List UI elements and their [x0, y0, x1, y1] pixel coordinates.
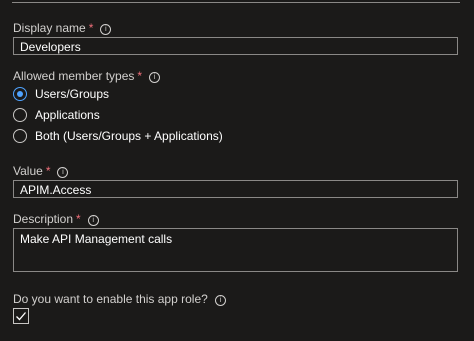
radio-icon[interactable] [13, 108, 27, 122]
info-icon[interactable]: i [149, 72, 161, 83]
radio-label: Users/Groups [35, 87, 110, 101]
value-label: Value * i [13, 164, 69, 178]
enable-role-label: Do you want to enable this app role? i [13, 292, 226, 306]
display-name-input[interactable]: Developers [13, 37, 458, 55]
display-name-label-text: Display name [13, 21, 86, 35]
value-input[interactable]: APIM.Access [13, 180, 458, 198]
info-icon[interactable]: i [57, 167, 69, 178]
radio-option-applications[interactable]: Applications [13, 106, 100, 124]
info-icon[interactable]: i [87, 215, 99, 226]
radio-option-both[interactable]: Both (Users/Groups + Applications) [13, 127, 223, 145]
radio-selected-icon[interactable] [13, 87, 27, 101]
description-textarea[interactable]: Make API Management calls [13, 228, 458, 272]
radio-icon[interactable] [13, 129, 27, 143]
description-label: Description * i [13, 212, 99, 226]
value-label-text: Value [13, 164, 43, 178]
member-types-label: Allowed member types * i [13, 69, 161, 83]
info-icon[interactable]: i [214, 295, 226, 306]
checkmark-icon [16, 312, 26, 321]
info-icon[interactable]: i [100, 24, 112, 35]
description-label-text: Description [13, 212, 74, 226]
enable-role-label-text: Do you want to enable this app role? [13, 292, 208, 306]
required-asterisk: * [88, 21, 94, 35]
required-asterisk: * [76, 212, 81, 226]
display-name-label: Display name * i [13, 21, 112, 35]
required-asterisk: * [45, 164, 51, 178]
radio-label: Applications [35, 108, 100, 122]
member-types-label-text: Allowed member types [13, 69, 135, 83]
required-asterisk: * [137, 69, 143, 83]
section-divider [12, 2, 460, 3]
radio-option-users-groups[interactable]: Users/Groups [13, 85, 109, 103]
radio-label: Both (Users/Groups + Applications) [35, 129, 223, 143]
enable-role-checkbox[interactable] [13, 308, 29, 324]
